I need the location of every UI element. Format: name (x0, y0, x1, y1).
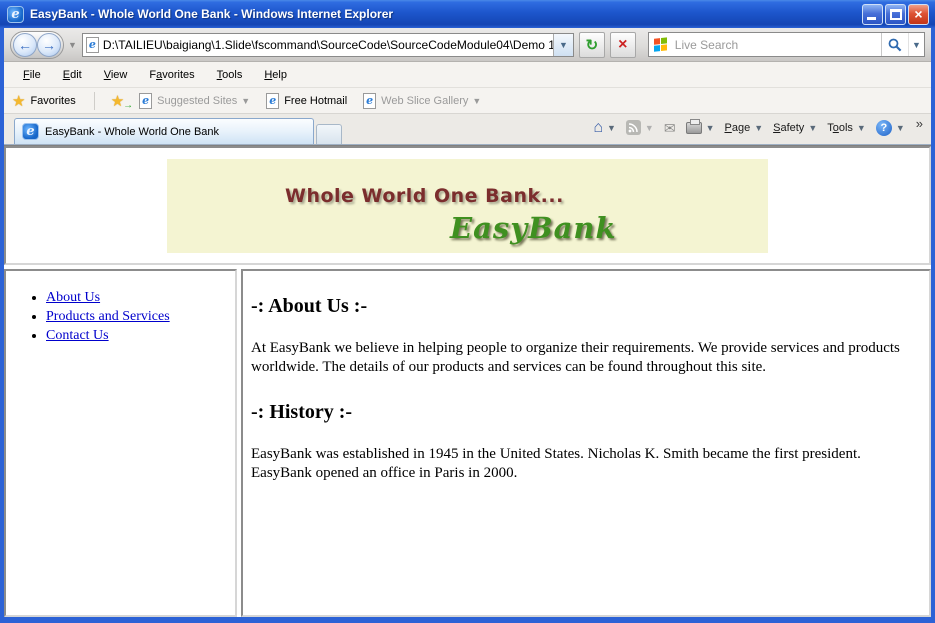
home-button[interactable]: ⌂▼ (588, 117, 621, 139)
free-hotmail-item[interactable]: e Free Hotmail (266, 93, 347, 109)
page-favicon-icon: e (86, 37, 99, 53)
lower-frames: About Us Products and Services Contact U… (4, 269, 931, 617)
ie-logo-icon: e (7, 6, 24, 23)
back-arrow-icon: ← (18, 37, 32, 53)
tools-menu-button[interactable]: Tools▼ (822, 119, 871, 137)
page-content: Whole World One Bank... EasyBank About U… (4, 145, 931, 617)
address-input[interactable]: D:\TAILIEU\baigiang\1.Slide\fscommand\So… (103, 38, 553, 52)
help-icon: ? (876, 120, 892, 136)
live-search-logo-icon (654, 37, 668, 52)
menu-bar: File Edit View Favorites Tools Help (4, 62, 931, 88)
list-item: About Us (46, 288, 235, 307)
menu-view[interactable]: View (93, 65, 139, 85)
search-box[interactable]: Live Search ▼ (648, 32, 925, 57)
suggested-sites-item[interactable]: e Suggested Sites ▼ (139, 93, 250, 109)
green-arrow-icon: → (123, 100, 133, 111)
command-bar: ⌂▼ ▼ ✉ ▼ Page▼ Safety▼ Tools▼ ?▼ » (588, 114, 925, 144)
menu-help[interactable]: Help (253, 65, 298, 85)
web-slice-gallery-item[interactable]: e Web Slice Gallery ▼ (363, 93, 481, 109)
main-content-frame: -: About Us :- At EasyBank we believe in… (241, 269, 931, 617)
search-options-dropdown[interactable]: ▼ (908, 33, 924, 56)
stop-button[interactable]: × (610, 32, 636, 58)
tab-easybank[interactable]: e EasyBank - Whole World One Bank (14, 118, 314, 144)
window-title: EasyBank - Whole World One Bank - Window… (30, 7, 862, 21)
chevron-down-icon: ▼ (472, 96, 481, 106)
back-button[interactable]: ← (13, 33, 37, 57)
tab-bar: e EasyBank - Whole World One Bank ⌂▼ ▼ ✉… (4, 114, 931, 145)
forward-button[interactable]: → (37, 33, 61, 57)
refresh-icon: ↻ (586, 36, 599, 54)
link-about-us[interactable]: About Us (46, 290, 100, 305)
search-input[interactable]: Live Search (675, 38, 881, 52)
address-bar[interactable]: e D:\TAILIEU\baigiang\1.Slide\fscommand\… (82, 33, 574, 57)
home-icon: ⌂ (593, 120, 603, 136)
about-us-paragraph: At EasyBank we believe in helping people… (251, 339, 903, 377)
banner-frame: Whole World One Bank... EasyBank (4, 146, 931, 265)
maximize-icon (890, 9, 902, 20)
menu-tools[interactable]: Tools (206, 65, 254, 85)
link-products-and-services[interactable]: Products and Services (46, 309, 170, 324)
magnifier-icon (888, 38, 902, 52)
list-item: Contact Us (46, 326, 235, 345)
favorites-star-icon: ★ (12, 92, 25, 110)
toolbar-overflow-button[interactable]: » (916, 114, 923, 131)
about-us-heading: -: About Us :- (251, 295, 903, 318)
add-favorites-button[interactable]: ★ → (111, 92, 129, 110)
link-contact-us[interactable]: Contact Us (46, 328, 109, 343)
window-body: ← → ▼ e D:\TAILIEU\baigiang\1.Slide\fsco… (0, 28, 935, 623)
menu-file[interactable]: File (12, 65, 52, 85)
close-icon: × (909, 5, 928, 24)
tab-title: EasyBank - Whole World One Bank (45, 126, 219, 138)
banner-tagline: Whole World One Bank... (285, 185, 564, 207)
minimize-icon (867, 17, 876, 20)
menu-edit[interactable]: Edit (52, 65, 93, 85)
maximize-button[interactable] (885, 4, 906, 25)
address-dropdown-button[interactable]: ▼ (553, 34, 573, 56)
mail-icon: ✉ (664, 121, 676, 135)
recent-pages-dropdown[interactable]: ▼ (68, 40, 77, 50)
navigation-bar: ← → ▼ e D:\TAILIEU\baigiang\1.Slide\fsco… (4, 28, 931, 62)
divider (94, 92, 95, 110)
history-heading: -: History :- (251, 401, 903, 424)
navigation-frame: About Us Products and Services Contact U… (4, 269, 237, 617)
favorites-button[interactable]: Favorites (30, 95, 75, 107)
title-bar: e EasyBank - Whole World One Bank - Wind… (0, 0, 935, 28)
refresh-button[interactable]: ↻ (579, 32, 605, 58)
help-button[interactable]: ?▼ (871, 117, 910, 139)
nav-link-list: About Us Products and Services Contact U… (46, 288, 235, 345)
list-item: Products and Services (46, 307, 235, 326)
chevron-down-icon: ▼ (241, 96, 250, 106)
nav-button-group: ← → (10, 31, 64, 59)
favorites-bar: ★ Favorites ★ → e Suggested Sites ▼ e Fr… (4, 88, 931, 114)
close-button[interactable]: × (908, 4, 929, 25)
banner-logo-text: EasyBank (450, 211, 617, 245)
history-paragraph: EasyBank was established in 1945 in the … (251, 445, 903, 483)
browser-window: e EasyBank - Whole World One Bank - Wind… (0, 0, 935, 623)
feeds-button[interactable]: ▼ (621, 117, 659, 138)
tab-favicon-icon: e (22, 123, 39, 140)
menu-favorites[interactable]: Favorites (138, 65, 205, 85)
search-button[interactable] (881, 33, 908, 56)
read-mail-button[interactable]: ✉ (659, 118, 681, 138)
add-star-icon: ★ (111, 92, 124, 110)
safety-menu-button[interactable]: Safety▼ (768, 119, 822, 137)
forward-arrow-icon: → (42, 37, 56, 53)
printer-icon (686, 122, 702, 134)
page-menu-button[interactable]: Page▼ (719, 119, 768, 137)
new-tab-button[interactable] (316, 124, 342, 144)
stop-icon: × (618, 36, 627, 54)
print-button[interactable]: ▼ (681, 119, 720, 137)
rss-icon (626, 120, 641, 135)
ie-page-icon: e (266, 93, 279, 109)
ie-page-icon: e (363, 93, 376, 109)
ie-page-icon: e (139, 93, 152, 109)
banner-image: Whole World One Bank... EasyBank (167, 159, 768, 253)
minimize-button[interactable] (862, 4, 883, 25)
